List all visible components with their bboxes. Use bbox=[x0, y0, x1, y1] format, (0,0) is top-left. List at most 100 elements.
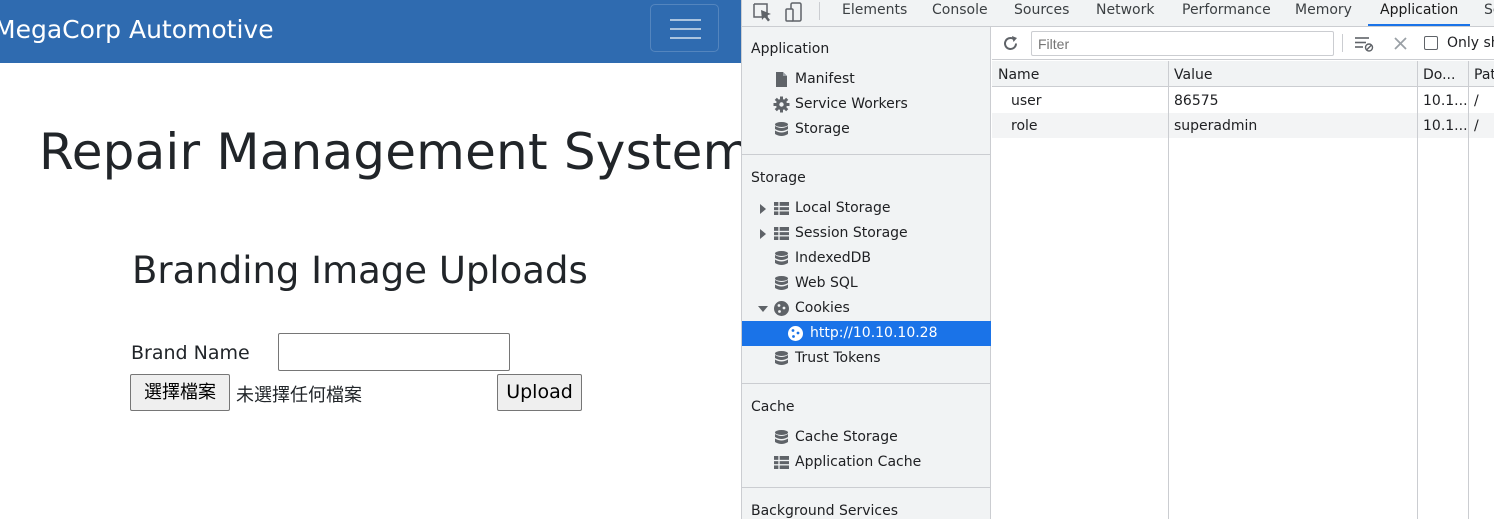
sidebar-item-label: Service Workers bbox=[795, 96, 908, 112]
column-divider[interactable] bbox=[1417, 61, 1418, 519]
filter-divider bbox=[1342, 34, 1343, 52]
sidebar-item-storage[interactable]: Storage bbox=[742, 117, 991, 142]
table-row[interactable]: role superadmin 10.1... / bbox=[992, 113, 1494, 138]
sidebar-heading-cache: Cache bbox=[751, 399, 795, 415]
tab-sources[interactable]: Sources bbox=[1014, 2, 1069, 18]
cookie-value: superadmin bbox=[1174, 118, 1258, 134]
cookie-name: role bbox=[1011, 118, 1038, 134]
gear-icon bbox=[773, 96, 790, 113]
grid-icon bbox=[774, 202, 789, 215]
file-icon bbox=[776, 72, 787, 87]
application-sidebar: Application Manifest Service Workers Sto… bbox=[742, 27, 991, 519]
column-header-domain[interactable]: Do... bbox=[1423, 67, 1455, 83]
hamburger-icon bbox=[670, 19, 701, 21]
database-icon bbox=[775, 276, 788, 290]
column-header-path[interactable]: Pat bbox=[1474, 67, 1494, 83]
close-icon[interactable] bbox=[1394, 37, 1407, 50]
sidebar-item-label: http://10.10.10.28 bbox=[810, 325, 938, 341]
database-icon bbox=[775, 251, 788, 265]
sidebar-divider bbox=[742, 383, 991, 384]
sidebar-item-label: Cache Storage bbox=[795, 429, 898, 445]
section-title: Branding Image Uploads bbox=[132, 249, 588, 292]
database-icon bbox=[775, 351, 788, 365]
navbar: MegaCorp Automotive bbox=[0, 0, 741, 63]
cookie-icon bbox=[788, 326, 803, 341]
cookies-table-header: Name Value Do... Pat bbox=[992, 61, 1494, 87]
sidebar-divider bbox=[742, 487, 991, 488]
sidebar-heading-background-services: Background Services bbox=[751, 503, 899, 519]
brand-name-input[interactable] bbox=[278, 333, 510, 371]
tab-security-truncated[interactable]: Se bbox=[1484, 2, 1494, 18]
cookies-panel: Only sh Name Value Do... Pat user 86575 … bbox=[992, 27, 1494, 519]
sidebar-item-web-sql[interactable]: Web SQL bbox=[742, 271, 991, 296]
collapse-arrow-icon[interactable] bbox=[758, 306, 768, 312]
tab-memory[interactable]: Memory bbox=[1295, 2, 1352, 18]
expand-arrow-icon[interactable] bbox=[760, 229, 766, 239]
cookie-path: / bbox=[1474, 118, 1479, 134]
grid-icon bbox=[774, 456, 789, 469]
sidebar-heading-storage: Storage bbox=[751, 170, 806, 186]
tab-console[interactable]: Console bbox=[932, 2, 988, 18]
choose-file-button[interactable]: 選擇檔案 bbox=[130, 374, 230, 411]
inspect-element-icon[interactable] bbox=[751, 1, 775, 23]
sidebar-item-label: Trust Tokens bbox=[795, 350, 881, 366]
sidebar-item-cookies[interactable]: Cookies bbox=[742, 296, 991, 321]
only-show-label: Only sh bbox=[1447, 35, 1494, 51]
cookie-domain: 10.1... bbox=[1423, 93, 1468, 109]
device-toolbar-icon[interactable] bbox=[784, 1, 808, 23]
cookie-name: user bbox=[1011, 93, 1042, 109]
sidebar-item-label: Cookies bbox=[795, 300, 850, 316]
sidebar-item-label: Manifest bbox=[795, 71, 855, 87]
sidebar-item-label: Application Cache bbox=[795, 454, 922, 470]
sidebar-item-label: IndexedDB bbox=[795, 250, 871, 266]
active-tab-indicator bbox=[1368, 24, 1470, 26]
hamburger-icon-line bbox=[670, 37, 701, 39]
table-row[interactable]: user 86575 10.1... / bbox=[992, 88, 1494, 113]
sidebar-item-label: Local Storage bbox=[795, 200, 891, 216]
filter-input[interactable] bbox=[1031, 31, 1334, 56]
upload-button[interactable]: Upload bbox=[497, 374, 582, 411]
sidebar-item-local-storage[interactable]: Local Storage bbox=[742, 196, 991, 221]
sidebar-item-trust-tokens[interactable]: Trust Tokens bbox=[742, 346, 991, 371]
sidebar-item-cookie-origin[interactable]: http://10.10.10.28 bbox=[742, 321, 991, 346]
database-icon bbox=[775, 430, 788, 444]
sidebar-item-cache-storage[interactable]: Cache Storage bbox=[742, 425, 991, 450]
column-divider[interactable] bbox=[1468, 61, 1469, 519]
tab-network[interactable]: Network bbox=[1096, 2, 1154, 18]
sidebar-item-session-storage[interactable]: Session Storage bbox=[742, 221, 991, 246]
cookie-path: / bbox=[1474, 93, 1479, 109]
only-show-checkbox[interactable] bbox=[1424, 36, 1438, 50]
grid-icon bbox=[774, 227, 789, 240]
devtools-tab-bar: Elements Console Sources Network Perform… bbox=[742, 0, 1494, 27]
sidebar-item-label: Storage bbox=[795, 121, 850, 137]
cookies-filter-bar: Only sh bbox=[992, 27, 1494, 60]
sidebar-heading-application: Application bbox=[751, 41, 830, 57]
page-title: Repair Management System bbox=[39, 123, 741, 181]
sidebar-item-service-workers[interactable]: Service Workers bbox=[742, 92, 991, 117]
tab-elements[interactable]: Elements bbox=[842, 2, 907, 18]
column-header-value[interactable]: Value bbox=[1174, 67, 1212, 83]
cookie-value: 86575 bbox=[1174, 93, 1219, 109]
hamburger-icon-line bbox=[670, 28, 701, 30]
clear-filtered-cookies-icon[interactable] bbox=[1354, 35, 1374, 52]
sidebar-item-label: Session Storage bbox=[795, 225, 908, 241]
sidebar-item-manifest[interactable]: Manifest bbox=[742, 67, 991, 92]
column-divider[interactable] bbox=[1168, 61, 1169, 519]
cookie-icon bbox=[774, 301, 789, 316]
webpage: MegaCorp Automotive Repair Management Sy… bbox=[0, 0, 741, 519]
sidebar-item-indexeddb[interactable]: IndexedDB bbox=[742, 246, 991, 271]
tab-application[interactable]: Application bbox=[1380, 2, 1458, 18]
navbar-toggler-button[interactable] bbox=[650, 4, 719, 52]
refresh-icon[interactable] bbox=[1002, 35, 1019, 52]
sidebar-divider bbox=[742, 154, 991, 155]
sidebar-item-label: Web SQL bbox=[795, 275, 858, 291]
brand-name-label: Brand Name bbox=[131, 342, 250, 364]
tab-performance[interactable]: Performance bbox=[1182, 2, 1271, 18]
toolbar-divider bbox=[819, 2, 820, 20]
database-icon bbox=[775, 122, 788, 136]
expand-arrow-icon[interactable] bbox=[760, 204, 766, 214]
column-header-name[interactable]: Name bbox=[998, 67, 1039, 83]
devtools-panel: Elements Console Sources Network Perform… bbox=[741, 0, 1494, 519]
navbar-brand[interactable]: MegaCorp Automotive bbox=[0, 15, 274, 44]
sidebar-item-application-cache[interactable]: Application Cache bbox=[742, 450, 991, 475]
